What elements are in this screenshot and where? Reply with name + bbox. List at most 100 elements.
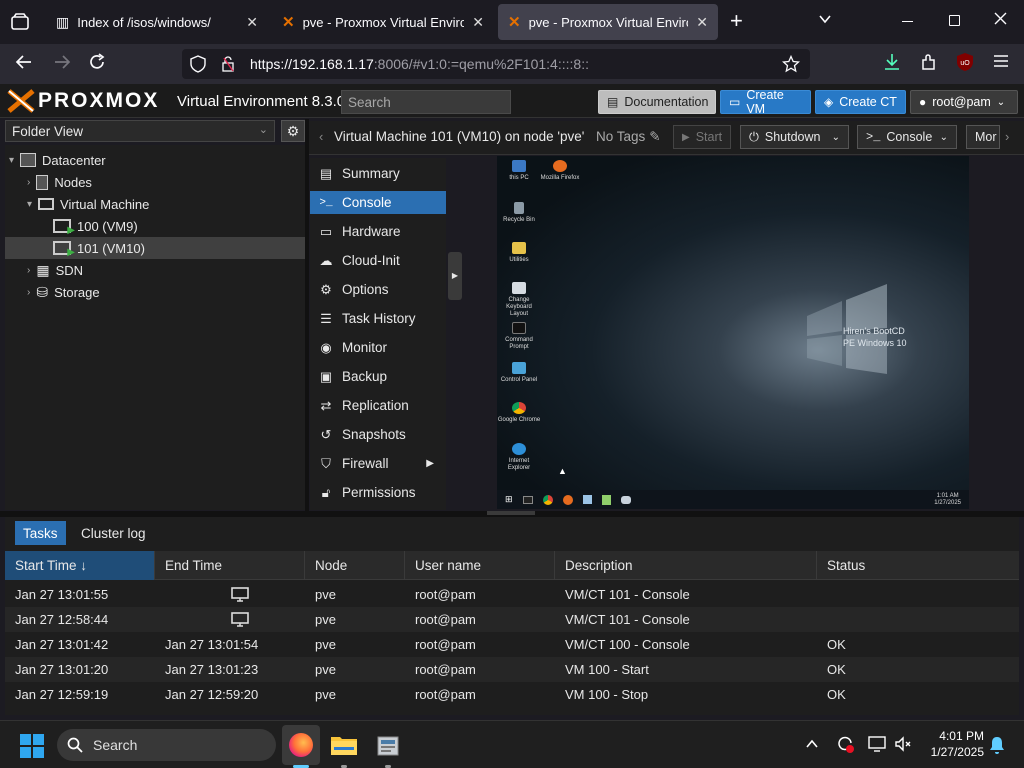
tree-item-virtual-machine[interactable]: ▾ Virtual Machine [27, 193, 149, 215]
chevron-right-icon[interactable]: › [1005, 129, 1009, 144]
create-ct-button[interactable]: ◈ Create CT [815, 90, 906, 114]
user-menu-button[interactable]: ● root@pam ⌄ [910, 90, 1018, 114]
chevron-up-icon[interactable] [805, 737, 819, 754]
desktop-icon-utilities[interactable]: Utilities [497, 242, 541, 264]
column-status[interactable]: Status [817, 551, 1019, 580]
taskbar-file-explorer-icon[interactable] [330, 733, 358, 760]
panel-splitter[interactable] [305, 119, 309, 511]
vm-notepad-icon[interactable] [601, 494, 611, 505]
close-window-button[interactable] [994, 12, 1007, 28]
shutdown-button[interactable]: ⏻ Shutdown ⌄ [740, 125, 849, 149]
browser-tab-pve-1[interactable]: ✕ pve - Proxmox Virtual Environm ✕ [272, 4, 494, 40]
taskbar-firefox-icon[interactable] [282, 725, 320, 765]
desktop-icon-control-panel[interactable]: Control Panel [497, 362, 541, 384]
speaker-muted-icon[interactable] [893, 734, 913, 757]
desktop-icon-chrome[interactable]: Google Chrome [497, 402, 541, 424]
desktop-icon-cmd[interactable]: Command Prompt [497, 322, 541, 351]
tree-item-sdn[interactable]: › ▦ SDN [27, 259, 83, 281]
tab-tasks[interactable]: Tasks [15, 521, 66, 545]
ublock-extension-icon[interactable]: uO [953, 52, 977, 76]
column-end-time[interactable]: End Time [155, 551, 305, 580]
vm-app-icon[interactable] [582, 495, 592, 504]
table-row[interactable]: Jan 27 13:01:55 pve root@pam VM/CT 101 -… [5, 582, 1019, 607]
chevron-down-icon[interactable]: ⌄ [940, 132, 948, 143]
table-row[interactable]: Jan 27 13:01:20 Jan 27 13:01:23 pve root… [5, 657, 1019, 682]
vm-firefox-icon[interactable] [562, 494, 573, 505]
chevron-right-icon[interactable]: › [27, 287, 30, 298]
desktop-icon-keyboard[interactable]: Change Keyboard Layout [497, 282, 541, 318]
gear-icon[interactable]: ⚙ [281, 120, 305, 142]
windows-start-icon[interactable] [20, 734, 44, 761]
bookmark-star-icon[interactable] [781, 54, 801, 76]
menu-item-hardware[interactable]: ▭ Hardware [310, 220, 446, 243]
back-arrow-icon[interactable] [12, 52, 36, 76]
more-button[interactable]: Mor [966, 125, 1000, 149]
column-description[interactable]: Description [555, 551, 817, 580]
table-row[interactable]: Jan 27 12:59:19 Jan 27 12:59:20 pve root… [5, 682, 1019, 707]
chevron-down-icon[interactable]: ⌄ [832, 132, 840, 143]
tree-item-vm100[interactable]: ▶ 100 (VM9) [53, 215, 138, 237]
menu-item-monitor[interactable]: ◉ Monitor [310, 336, 446, 359]
menu-item-snapshots[interactable]: ↺ Snapshots [310, 423, 446, 446]
menu-item-summary[interactable]: ▤ Summary [310, 162, 446, 185]
column-start-time[interactable]: Start Time ↓ [5, 551, 155, 580]
vm-console-screen[interactable]: Hiren's BootCD PE Windows 10 this PC Moz… [497, 156, 969, 509]
taskbar-app-icon[interactable] [376, 733, 400, 760]
menu-item-cloud-init[interactable]: ☁ Cloud-Init [310, 249, 446, 272]
close-tab-icon[interactable]: ✕ [472, 14, 484, 31]
tree-item-storage[interactable]: › ⛁ Storage [27, 281, 100, 303]
console-button[interactable]: >_ Console ⌄ [857, 125, 957, 149]
tab-cluster-log[interactable]: Cluster log [73, 521, 154, 545]
close-tab-icon[interactable]: ✕ [246, 14, 258, 31]
table-row[interactable]: Jan 27 13:01:42 Jan 27 13:01:54 pve root… [5, 632, 1019, 657]
desktop-icon-ie[interactable]: Internet Explorer [497, 443, 541, 472]
desktop-icon-recycle-bin[interactable]: Recycle Bin [497, 202, 541, 224]
minimize-window-button[interactable] [902, 21, 913, 22]
menu-item-options[interactable]: ⚙ Options [310, 278, 446, 301]
chevron-left-icon[interactable]: ‹ [319, 129, 323, 144]
tree-item-datacenter[interactable]: ▾ Datacenter [9, 149, 106, 171]
documentation-button[interactable]: ▤ Documentation [598, 90, 716, 114]
display-icon[interactable] [867, 734, 887, 757]
sync-alert-icon[interactable] [835, 734, 855, 757]
vm-start-icon[interactable]: ⊞ [505, 494, 513, 505]
desktop-icon-this-pc[interactable]: this PC [497, 160, 541, 182]
menu-item-firewall[interactable]: ⛉ Firewall ▶ [310, 452, 446, 475]
hamburger-menu-icon[interactable] [989, 52, 1013, 76]
column-node[interactable]: Node [305, 551, 405, 580]
menu-item-backup[interactable]: ▣ Backup [310, 365, 446, 388]
clock[interactable]: 4:01 PM 1/27/2025 [918, 728, 984, 760]
table-row[interactable]: Jan 27 12:58:44 pve root@pam VM/CT 101 -… [5, 607, 1019, 632]
url-bar[interactable]: https://192.168.1.17:8006/#v1:0:=qemu%2F… [182, 49, 810, 79]
menu-item-replication[interactable]: ⇄ Replication [310, 394, 446, 417]
notification-bell-icon[interactable] [988, 735, 1006, 758]
page-info-icon[interactable] [220, 55, 236, 73]
downloads-icon[interactable] [880, 52, 904, 76]
menu-item-console[interactable]: >_ Console [310, 191, 446, 214]
close-tab-icon[interactable]: ✕ [696, 14, 708, 31]
tab-list-icon[interactable] [10, 12, 30, 32]
new-tab-button[interactable]: + [730, 8, 743, 34]
menu-item-permissions[interactable]: 🔓︎ Permissions [310, 481, 446, 504]
restore-window-button[interactable] [949, 15, 960, 26]
vm-tool-icon[interactable] [620, 495, 631, 504]
search-input[interactable]: Search [341, 90, 511, 114]
collapse-menu-handle[interactable]: ▶ [448, 252, 462, 300]
tags-field[interactable]: No Tags ✎ [596, 129, 661, 145]
browser-tab-index[interactable]: ▥ Index of /isos/windows/ ✕ [46, 4, 268, 40]
extensions-icon[interactable] [917, 52, 941, 76]
shield-icon[interactable] [190, 55, 206, 73]
reload-icon[interactable] [85, 52, 109, 76]
menu-item-task-history[interactable]: ☰ Task History [310, 307, 446, 330]
chevron-down-icon[interactable]: ▾ [9, 155, 14, 166]
chevron-right-icon[interactable]: › [27, 265, 30, 276]
forward-arrow-icon[interactable] [50, 52, 74, 76]
tree-item-nodes[interactable]: › Nodes [27, 171, 92, 193]
chevron-down-icon[interactable]: ▾ [27, 199, 32, 210]
vm-terminal-icon[interactable] [522, 495, 533, 504]
start-button[interactable]: ▶ Start [673, 125, 731, 149]
tree-item-vm101[interactable]: ▶ 101 (VM10) [53, 237, 145, 259]
browser-tab-pve-2[interactable]: ✕ pve - Proxmox Virtual Environm ✕ [498, 4, 718, 40]
splitter-grip[interactable] [487, 511, 535, 515]
column-user-name[interactable]: User name [405, 551, 555, 580]
